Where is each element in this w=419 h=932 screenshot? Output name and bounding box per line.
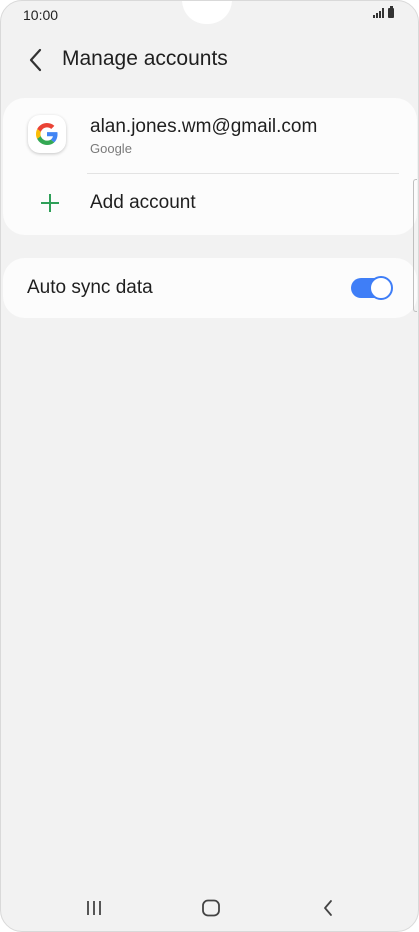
recents-icon <box>87 901 101 915</box>
toggle-thumb <box>369 276 393 300</box>
add-account-label: Add account <box>90 192 196 213</box>
auto-sync-toggle[interactable] <box>351 276 393 300</box>
status-time: 10:00 <box>23 7 59 23</box>
auto-sync-card[interactable]: Auto sync data <box>3 258 417 318</box>
recents-button[interactable] <box>74 894 114 922</box>
manage-accounts-screen: 10:00 Manage accounts alan.jones.wm@gmai… <box>0 0 419 932</box>
auto-sync-label: Auto sync data <box>27 277 153 298</box>
account-email: alan.jones.wm@gmail.com <box>90 116 318 137</box>
nav-back-button[interactable] <box>308 894 348 922</box>
accounts-card: alan.jones.wm@gmail.com Google Add accou… <box>3 98 417 235</box>
status-bar: 10:00 <box>1 1 418 29</box>
battery-icon <box>388 6 394 18</box>
chevron-left-icon <box>29 48 42 72</box>
account-type: Google <box>90 141 132 156</box>
app-header: Manage accounts <box>1 37 418 81</box>
home-icon <box>202 899 220 917</box>
navigation-bar <box>1 886 418 930</box>
account-row-google[interactable]: alan.jones.wm@gmail.com Google <box>3 98 417 173</box>
scroll-indicator[interactable] <box>413 179 417 312</box>
signal-icon <box>373 8 384 18</box>
back-button[interactable] <box>21 46 49 74</box>
back-icon <box>324 900 332 916</box>
status-icons <box>373 6 394 18</box>
google-icon <box>28 115 66 153</box>
add-account-button[interactable]: Add account <box>3 174 417 232</box>
plus-icon <box>41 194 59 212</box>
home-button[interactable] <box>191 894 231 922</box>
page-title: Manage accounts <box>62 47 228 70</box>
